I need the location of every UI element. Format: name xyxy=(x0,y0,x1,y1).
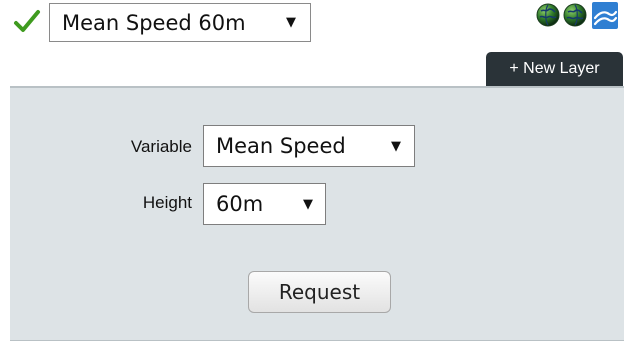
variable-select-value: Mean Speed xyxy=(216,134,346,158)
check-icon xyxy=(14,10,40,32)
globe-icon[interactable] xyxy=(536,3,560,27)
new-layer-button[interactable]: + New Layer xyxy=(486,52,623,86)
height-select-value: 60m xyxy=(216,192,264,216)
height-label: Height xyxy=(142,193,192,212)
layer-settings-panel: Variable Mean Speed ▼ Height 60m ▼ Reque… xyxy=(10,86,624,341)
layer-select[interactable]: Mean Speed 60m ▼ xyxy=(49,3,311,42)
layer-select-value: Mean Speed 60m xyxy=(62,10,246,35)
chart-icon[interactable] xyxy=(592,2,618,29)
variable-label: Variable xyxy=(130,137,192,156)
variable-select[interactable]: Mean Speed ▼ xyxy=(203,125,415,167)
chevron-down-icon: ▼ xyxy=(303,197,313,212)
chevron-down-icon: ▼ xyxy=(391,139,401,154)
globe-icon[interactable] xyxy=(563,3,587,27)
chevron-down-icon: ▼ xyxy=(286,15,296,30)
height-select[interactable]: 60m ▼ xyxy=(203,183,326,225)
request-button[interactable]: Request xyxy=(248,271,391,313)
